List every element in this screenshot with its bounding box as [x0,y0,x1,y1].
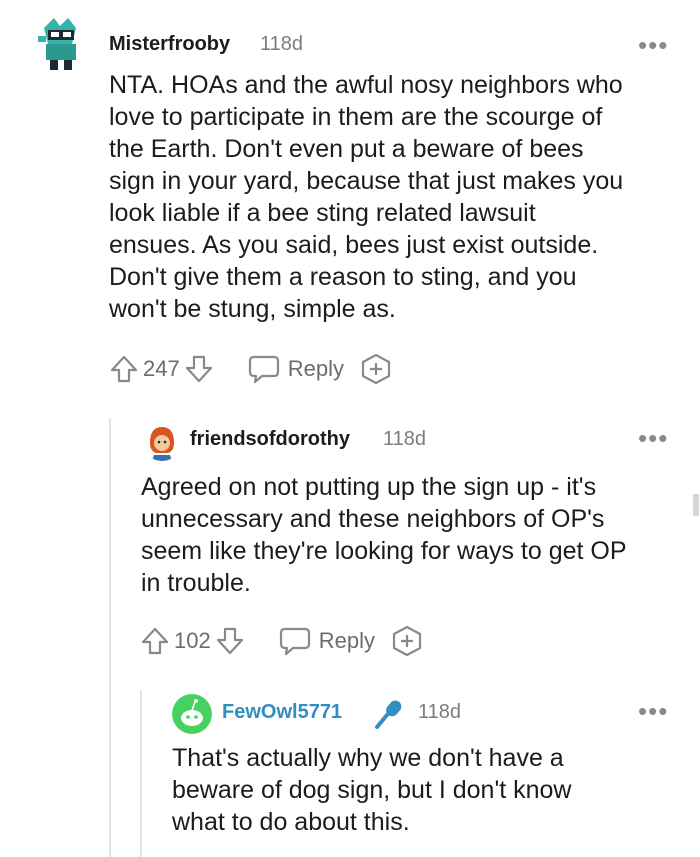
thread-line[interactable] [140,690,142,857]
timestamp: 118d [418,701,462,723]
timestamp: 118d [260,33,304,55]
comment-actions: 102 Reply [140,623,423,659]
comment-line: unnecessary and these neighbors of OP's [141,505,605,533]
username[interactable]: friendsofdorothy [190,428,350,451]
reply-label: Reply [287,356,344,381]
arrow-down-icon[interactable] [184,354,214,384]
comment-line: Don't give them a reason to sting, and y… [109,263,577,291]
thread-line[interactable] [109,418,111,857]
award-plus-icon[interactable] [391,625,423,657]
reply-label: Reply [318,628,375,653]
comment-body: That's actually why we don't have a bewa… [172,742,672,838]
more-dots-icon[interactable]: ••• [638,425,668,451]
award-plus-icon[interactable] [360,353,392,385]
avatar[interactable] [142,421,182,461]
more-dots-icon[interactable]: ••• [638,698,668,724]
comment-line: look liable if a bee sting related lawsu… [109,199,536,227]
username[interactable]: FewOwl5771 [222,701,342,724]
vote-score: 102 [174,628,211,653]
comment-line: what to do about this. [172,808,410,836]
arrow-up-icon[interactable] [140,626,170,656]
comment-line: sign in your yard, because that just mak… [109,167,624,195]
comment-body: NTA. HOAs and the awful nosy neighbors w… [109,69,679,325]
avatar[interactable] [172,694,212,734]
reply-button[interactable]: Reply [279,626,375,656]
speech-bubble-icon [279,627,310,656]
comment-actions: 247 Reply [109,351,392,387]
speech-bubble-icon [248,355,279,384]
comment-line: in trouble. [141,569,251,597]
comment-line: ensues. As you said, bees just exist out… [109,231,599,259]
reply-button[interactable]: Reply [248,354,344,384]
arrow-up-icon[interactable] [109,354,139,384]
comment-line: the Earth. Don't even put a beware of be… [109,135,584,163]
comment-body: Agreed on not putting up the sign up - i… [141,471,686,599]
vote-score: 247 [143,356,180,381]
comment-line: beware of dog sign, but I don't know [172,776,572,804]
avatar[interactable] [36,14,84,74]
arrow-down-icon[interactable] [215,626,245,656]
username[interactable]: Misterfrooby [109,33,230,56]
comment-line: love to participate in them are the scou… [109,103,603,131]
comment-line: NTA. HOAs and the awful nosy neighbors w… [109,71,623,99]
scroll-indicator[interactable] [693,494,699,516]
timestamp: 118d [383,428,427,450]
comment-line: won't be stung, simple as. [109,295,396,323]
microphone-icon [375,700,402,729]
comment-line: seem like they're looking for ways to ge… [141,537,627,565]
more-dots-icon[interactable]: ••• [638,32,668,58]
comment-line: Agreed on not putting up the sign up - i… [141,473,597,501]
comment-line: That's actually why we don't have a [172,744,564,772]
